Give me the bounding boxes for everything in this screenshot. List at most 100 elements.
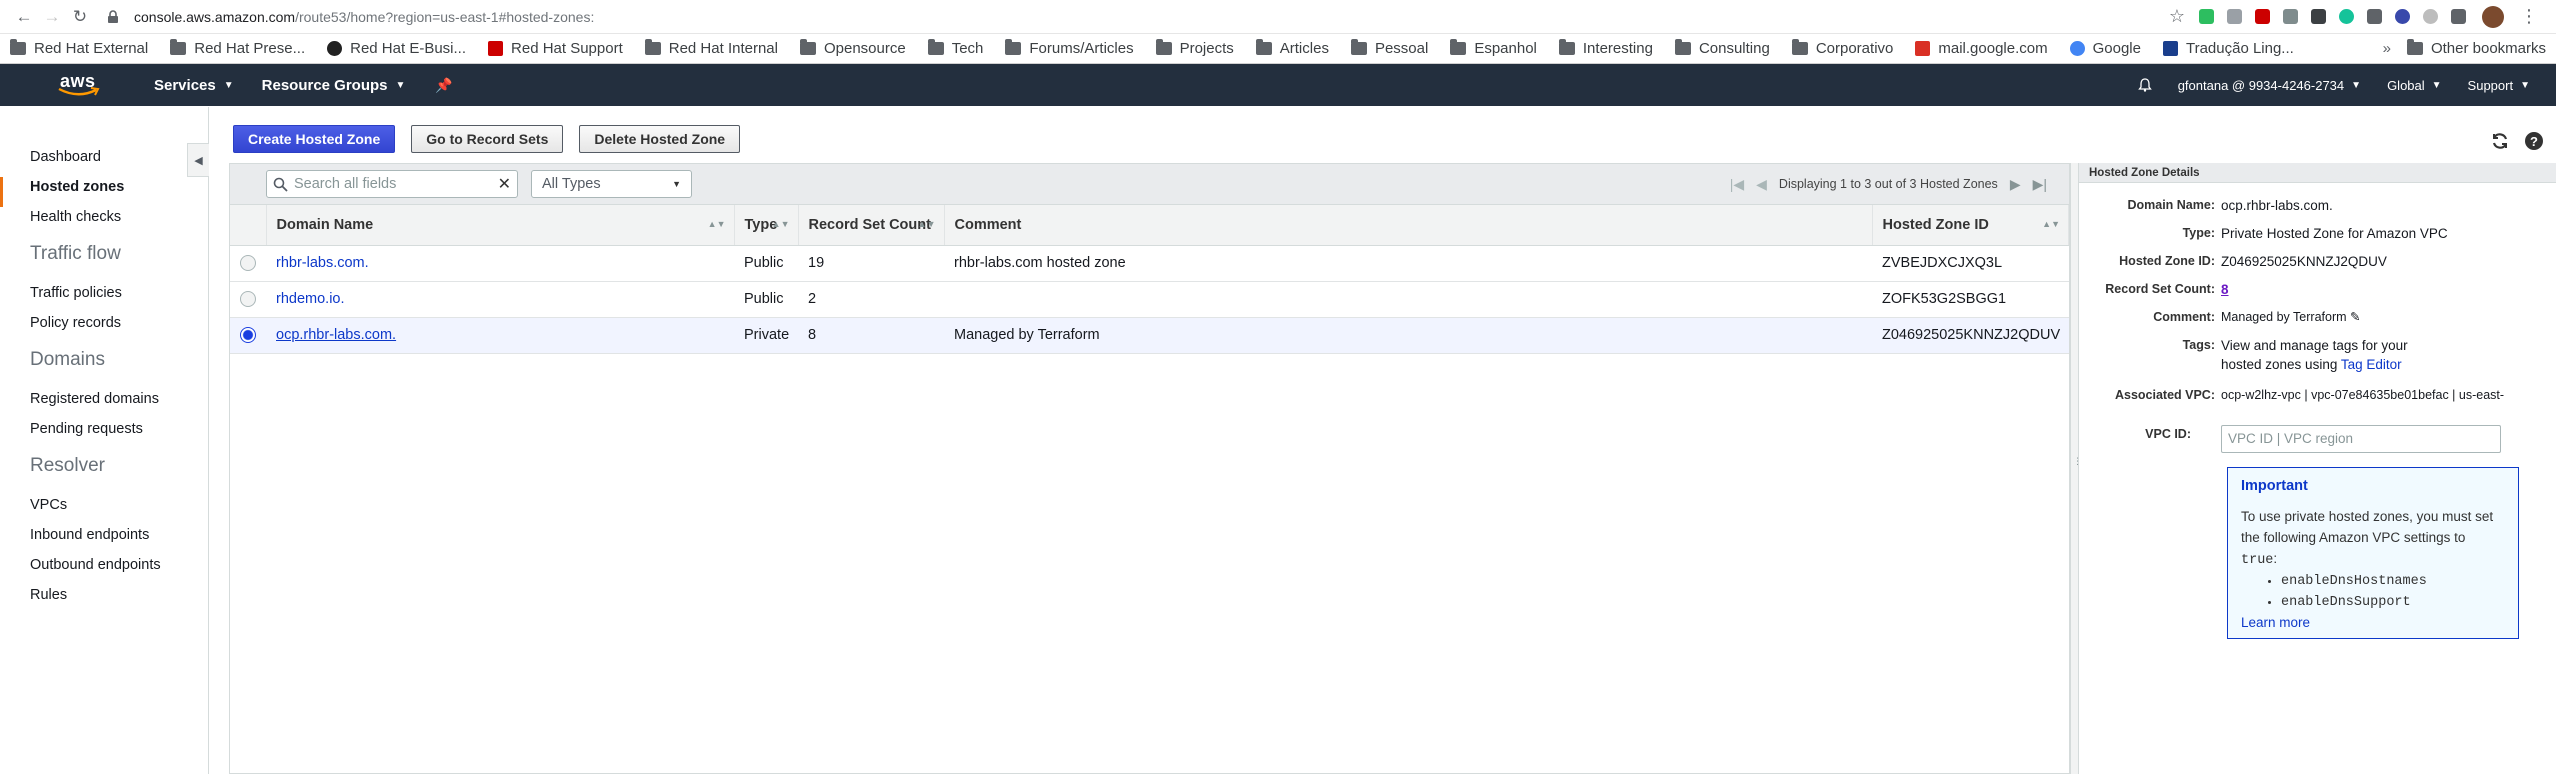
extension-evernote-icon[interactable] (2199, 9, 2214, 24)
sidebar-item-pending-requests[interactable]: Pending requests (0, 419, 208, 449)
detail-vpc-id: VPC ID: VPC ID | VPC region (2079, 425, 2556, 453)
help-icon[interactable]: ? (2524, 131, 2544, 151)
collapse-sidebar-icon[interactable]: ◀ (187, 143, 209, 177)
first-page-icon[interactable]: |◀ (1730, 176, 1744, 193)
bookmark-label: Projects (1179, 40, 1234, 57)
extensions-puzzle-icon[interactable] (2451, 9, 2466, 24)
support-menu[interactable]: Support ▼ (2468, 78, 2530, 93)
sidebar-item-inbound-endpoints[interactable]: Inbound endpoints (0, 525, 208, 555)
edit-pencil-icon[interactable]: ✎ (2350, 310, 2360, 324)
important-notice: Important To use private hosted zones, y… (2227, 467, 2519, 639)
sort-icon: ▲▼ (2042, 219, 2060, 229)
extension-calendar-icon[interactable] (2311, 9, 2326, 24)
other-bookmarks[interactable]: » Other bookmarks (2382, 39, 2546, 57)
column-header-domain-name[interactable]: Domain Name ▲▼ (266, 205, 735, 246)
back-icon[interactable]: ← (10, 3, 38, 31)
bookmark-item[interactable]: Projects (1155, 39, 1234, 57)
bookmark-item[interactable]: Pessoal (1350, 39, 1428, 57)
aws-logo[interactable]: aws (58, 70, 118, 100)
table-row-selected[interactable]: ocp.rhbr-labs.com. Private 8 Managed by … (230, 317, 2069, 354)
profile-avatar[interactable] (2482, 5, 2504, 28)
extension-circle-icon[interactable] (2423, 9, 2438, 24)
clear-search-icon[interactable]: ✕ (498, 174, 511, 194)
bookmark-item[interactable]: Red Hat E-Busi... (327, 40, 466, 57)
search-input[interactable]: Search all fields ✕ (266, 170, 518, 198)
table-row[interactable]: rhdemo.io. Public 2 ZOFK53G2SBGG1 (230, 281, 2069, 318)
sidebar-item-dashboard[interactable]: Dashboard (0, 147, 208, 177)
type-filter-select[interactable]: All Types ▼ (531, 170, 692, 198)
bookmark-item[interactable]: Forums/Articles (1005, 39, 1134, 57)
column-header-comment[interactable]: Comment (944, 205, 1873, 246)
sidebar-item-hosted-zones[interactable]: Hosted zones (0, 177, 208, 207)
pin-icon[interactable]: 📌 (435, 77, 452, 94)
previous-page-icon[interactable]: ◀ (1756, 176, 1767, 193)
sidebar-item-health-checks[interactable]: Health checks (0, 207, 208, 237)
address-bar[interactable]: console.aws.amazon.com/route53/home?regi… (106, 3, 2151, 31)
bookmark-star-icon[interactable]: ☆ (2165, 6, 2189, 27)
row-radio[interactable] (240, 291, 256, 308)
extension-grid-icon[interactable] (2367, 9, 2382, 24)
detail-label: Associated VPC: (2114, 388, 2215, 402)
record-set-count-link[interactable]: 8 (2221, 282, 2229, 297)
bookmark-item[interactable]: Red Hat External (10, 39, 148, 57)
row-radio-selected[interactable] (240, 327, 256, 344)
extension-screenshot-icon[interactable] (2283, 9, 2298, 24)
tag-editor-link[interactable]: Tag Editor (2341, 357, 2402, 372)
forward-icon[interactable]: → (38, 3, 66, 31)
bookmark-item[interactable]: Tradução Ling... (2162, 40, 2294, 57)
bookmark-item[interactable]: Articles (1255, 39, 1329, 57)
region-menu[interactable]: Global ▼ (2387, 78, 2441, 93)
domain-name-link[interactable]: rhdemo.io. (276, 291, 345, 307)
column-header-record-set-count[interactable]: Record Set Count ▲▼ (798, 205, 945, 246)
extension-redhat-icon[interactable] (2255, 9, 2270, 24)
bookmark-item[interactable]: Red Hat Internal (644, 39, 778, 57)
bookmark-item[interactable]: Google (2069, 40, 2141, 57)
url-host: console.aws.amazon.com (134, 8, 296, 25)
sidebar-item-outbound-endpoints[interactable]: Outbound endpoints (0, 555, 208, 585)
refresh-icon[interactable] (2490, 131, 2510, 151)
sidebar-item-traffic-policies[interactable]: Traffic policies (0, 283, 208, 313)
bookmark-item[interactable]: Red Hat Prese... (170, 39, 306, 57)
sidebar-item-vpcs[interactable]: VPCs (0, 495, 208, 525)
row-radio[interactable] (240, 255, 256, 272)
table-row[interactable]: rhbr-labs.com. Public 19 rhbr-labs.com h… (230, 245, 2069, 282)
services-menu[interactable]: Services ▼ (154, 77, 234, 94)
folder-icon (10, 39, 26, 55)
sidebar-item-policy-records[interactable]: Policy records (0, 313, 208, 343)
notifications-bell[interactable] (2137, 78, 2152, 92)
delete-hosted-zone-button[interactable]: Delete Hosted Zone (579, 125, 741, 153)
domain-name-link[interactable]: rhbr-labs.com. (276, 255, 369, 271)
bookmark-item[interactable]: Red Hat Support (488, 40, 623, 57)
bookmark-item[interactable]: Interesting (1558, 39, 1653, 57)
reload-icon[interactable]: ↻ (66, 3, 94, 31)
create-hosted-zone-button[interactable]: Create Hosted Zone (233, 125, 396, 153)
bookmark-item[interactable]: Tech (927, 39, 983, 57)
sidebar-item-rules[interactable]: Rules (0, 585, 208, 615)
next-page-icon[interactable]: ▶ (2010, 176, 2021, 193)
detail-label: Tags: (2182, 338, 2215, 352)
column-header-hosted-zone-id[interactable]: Hosted Zone ID ▲▼ (1872, 205, 2069, 246)
domain-name-link[interactable]: ocp.rhbr-labs.com. (276, 327, 396, 343)
bookmark-label: Red Hat Prese... (194, 40, 306, 57)
bookmark-item[interactable]: Corporativo (1791, 39, 1893, 57)
browser-menu-icon[interactable]: ⋮ (2520, 6, 2538, 27)
extension-gray-icon[interactable] (2227, 9, 2242, 24)
resource-groups-menu[interactable]: Resource Groups ▼ (262, 77, 406, 94)
bookmark-item[interactable]: Opensource (799, 39, 906, 57)
account-menu[interactable]: gfontana @ 9934-4246-2734 ▼ (2178, 78, 2361, 93)
extension-firefox-icon[interactable] (2395, 9, 2410, 24)
chevron-right-icon[interactable]: » (2383, 40, 2391, 57)
go-to-record-sets-button[interactable]: Go to Record Sets (411, 125, 564, 153)
extension-grammarly-icon[interactable] (2339, 9, 2354, 24)
sidebar-item-registered-domains[interactable]: Registered domains (0, 389, 208, 419)
learn-more-link[interactable]: Learn more (2241, 615, 2505, 630)
last-page-icon[interactable]: ▶| (2033, 176, 2047, 193)
column-header-label: Comment (954, 216, 1022, 233)
bookmark-item[interactable]: mail.google.com (1915, 40, 2048, 57)
vpc-id-input[interactable]: VPC ID | VPC region (2221, 425, 2501, 453)
bookmark-item[interactable]: Espanhol (1450, 39, 1537, 57)
panel-resize-handle[interactable]: ⋮ (2070, 163, 2082, 774)
column-header-type[interactable]: Type ▲▼ (734, 205, 799, 246)
bookmark-item[interactable]: Consulting (1674, 39, 1770, 57)
notice-text: To use private hosted zones, you must se… (2241, 506, 2505, 571)
